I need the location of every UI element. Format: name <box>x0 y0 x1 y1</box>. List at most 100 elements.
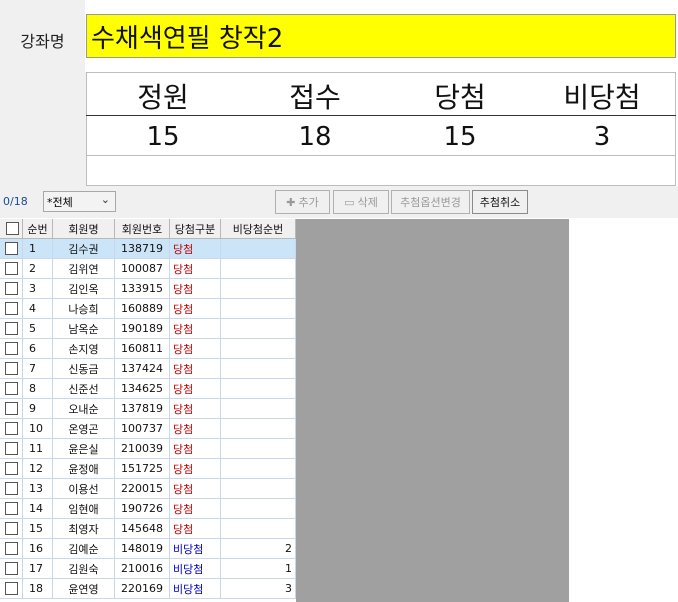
minus-icon: ▭ <box>344 195 355 209</box>
table-row[interactable]: 13 이용선 220015 당첨 <box>0 479 296 499</box>
member-number-cell: 210016 <box>115 559 170 579</box>
filter-select[interactable]: *전체 ⌄ <box>43 191 116 212</box>
member-name-cell: 임현애 <box>53 499 115 519</box>
row-select-cell[interactable] <box>0 439 23 459</box>
row-checkbox[interactable] <box>5 402 18 415</box>
column-header-member-number[interactable]: 회원번호 <box>115 219 170 239</box>
row-select-cell[interactable] <box>0 339 23 359</box>
row-select-cell[interactable] <box>0 539 23 559</box>
waitlist-order-cell <box>221 479 296 499</box>
waitlist-order-cell <box>221 399 296 419</box>
member-name-cell: 남옥순 <box>53 319 115 339</box>
table-row[interactable]: 7 신동금 137424 당첨 <box>0 359 296 379</box>
column-header-waitlist-order[interactable]: 비당첨순번 <box>221 219 296 239</box>
row-checkbox[interactable] <box>5 442 18 455</box>
table-row[interactable]: 17 김원숙 210016 비당첨 1 <box>0 559 296 579</box>
row-checkbox[interactable] <box>5 302 18 315</box>
member-name-cell: 온영곤 <box>53 419 115 439</box>
table-row[interactable]: 3 김인옥 133915 당첨 <box>0 279 296 299</box>
delete-button[interactable]: ▭ 삭제 <box>333 190 389 214</box>
row-checkbox[interactable] <box>5 462 18 475</box>
row-checkbox[interactable] <box>5 342 18 355</box>
column-header-order[interactable]: 순번 <box>23 219 53 239</box>
row-select-cell[interactable] <box>0 359 23 379</box>
waitlist-order-cell <box>221 279 296 299</box>
row-select-cell[interactable] <box>0 579 23 599</box>
column-header-member-name[interactable]: 회원명 <box>53 219 115 239</box>
stat-value-applied: 18 <box>298 122 332 152</box>
table-row[interactable]: 4 나승희 160889 당첨 <box>0 299 296 319</box>
table-row[interactable]: 18 윤연영 220169 비당첨 3 <box>0 579 296 599</box>
result-cell: 비당첨 <box>170 559 221 579</box>
row-select-cell[interactable] <box>0 519 23 539</box>
row-checkbox[interactable] <box>5 262 18 275</box>
row-checkbox[interactable] <box>5 482 18 495</box>
order-cell: 5 <box>23 319 53 339</box>
waitlist-order-cell <box>221 499 296 519</box>
row-checkbox[interactable] <box>5 322 18 335</box>
row-select-cell[interactable] <box>0 379 23 399</box>
row-checkbox[interactable] <box>5 422 18 435</box>
row-select-cell[interactable] <box>0 559 23 579</box>
row-select-cell[interactable] <box>0 239 23 259</box>
table-row[interactable]: 6 손지영 160811 당첨 <box>0 339 296 359</box>
select-all-checkbox[interactable] <box>5 222 19 235</box>
add-button[interactable]: ✚ 추가 <box>275 190 330 214</box>
row-select-cell[interactable] <box>0 319 23 339</box>
row-checkbox[interactable] <box>5 382 18 395</box>
member-name-cell: 김수권 <box>53 239 115 259</box>
table-row[interactable]: 1 김수권 138719 당첨 <box>0 239 296 259</box>
result-cell: 당첨 <box>170 419 221 439</box>
stats-divider <box>86 155 676 156</box>
member-name-cell: 신준선 <box>53 379 115 399</box>
row-select-cell[interactable] <box>0 259 23 279</box>
table-row[interactable]: 16 김예순 148019 비당첨 2 <box>0 539 296 559</box>
table-row[interactable]: 2 김위연 100087 당첨 <box>0 259 296 279</box>
row-select-cell[interactable] <box>0 459 23 479</box>
column-header-result[interactable]: 당첨구분 <box>170 219 221 239</box>
order-cell: 11 <box>23 439 53 459</box>
table-row[interactable]: 14 임현애 190726 당첨 <box>0 499 296 519</box>
result-cell: 당첨 <box>170 259 221 279</box>
stat-header-applied: 접수 <box>289 81 341 114</box>
lottery-option-change-button[interactable]: 추첨옵션변경 <box>391 190 470 214</box>
row-select-cell[interactable] <box>0 279 23 299</box>
row-checkbox[interactable] <box>5 282 18 295</box>
table-row[interactable]: 8 신준선 134625 당첨 <box>0 379 296 399</box>
row-select-cell[interactable] <box>0 399 23 419</box>
waitlist-order-cell: 3 <box>221 579 296 599</box>
result-cell: 당첨 <box>170 479 221 499</box>
member-name-cell: 윤정애 <box>53 459 115 479</box>
lottery-cancel-button[interactable]: 추첨취소 <box>472 190 528 214</box>
row-checkbox[interactable] <box>5 502 18 515</box>
row-checkbox[interactable] <box>5 242 18 255</box>
result-cell: 당첨 <box>170 519 221 539</box>
course-name-field[interactable]: 수채색연필 창작2 <box>86 14 676 58</box>
member-number-cell: 190189 <box>115 319 170 339</box>
row-select-cell[interactable] <box>0 419 23 439</box>
member-name-cell: 김원숙 <box>53 559 115 579</box>
filter-value: *전체 <box>47 195 73 209</box>
result-cell: 비당첨 <box>170 539 221 559</box>
select-all-header[interactable] <box>0 219 23 239</box>
table-row[interactable]: 5 남옥순 190189 당첨 <box>0 319 296 339</box>
row-select-cell[interactable] <box>0 499 23 519</box>
row-checkbox[interactable] <box>5 562 18 575</box>
waitlist-order-cell: 1 <box>221 559 296 579</box>
member-number-cell: 137424 <box>115 359 170 379</box>
table-row[interactable]: 11 윤은실 210039 당첨 <box>0 439 296 459</box>
member-number-cell: 100737 <box>115 419 170 439</box>
table-row[interactable]: 12 윤정애 151725 당첨 <box>0 459 296 479</box>
row-checkbox[interactable] <box>5 542 18 555</box>
row-select-cell[interactable] <box>0 299 23 319</box>
waitlist-order-cell <box>221 259 296 279</box>
table-row[interactable]: 15 최영자 145648 당첨 <box>0 519 296 539</box>
row-checkbox[interactable] <box>5 362 18 375</box>
table-row[interactable]: 9 오내순 137819 당첨 <box>0 399 296 419</box>
table-row[interactable]: 10 온영곤 100737 당첨 <box>0 419 296 439</box>
stat-value-capacity: 15 <box>146 122 180 152</box>
waitlist-order-cell <box>221 519 296 539</box>
row-checkbox[interactable] <box>5 522 18 535</box>
row-select-cell[interactable] <box>0 479 23 499</box>
row-checkbox[interactable] <box>5 582 18 595</box>
